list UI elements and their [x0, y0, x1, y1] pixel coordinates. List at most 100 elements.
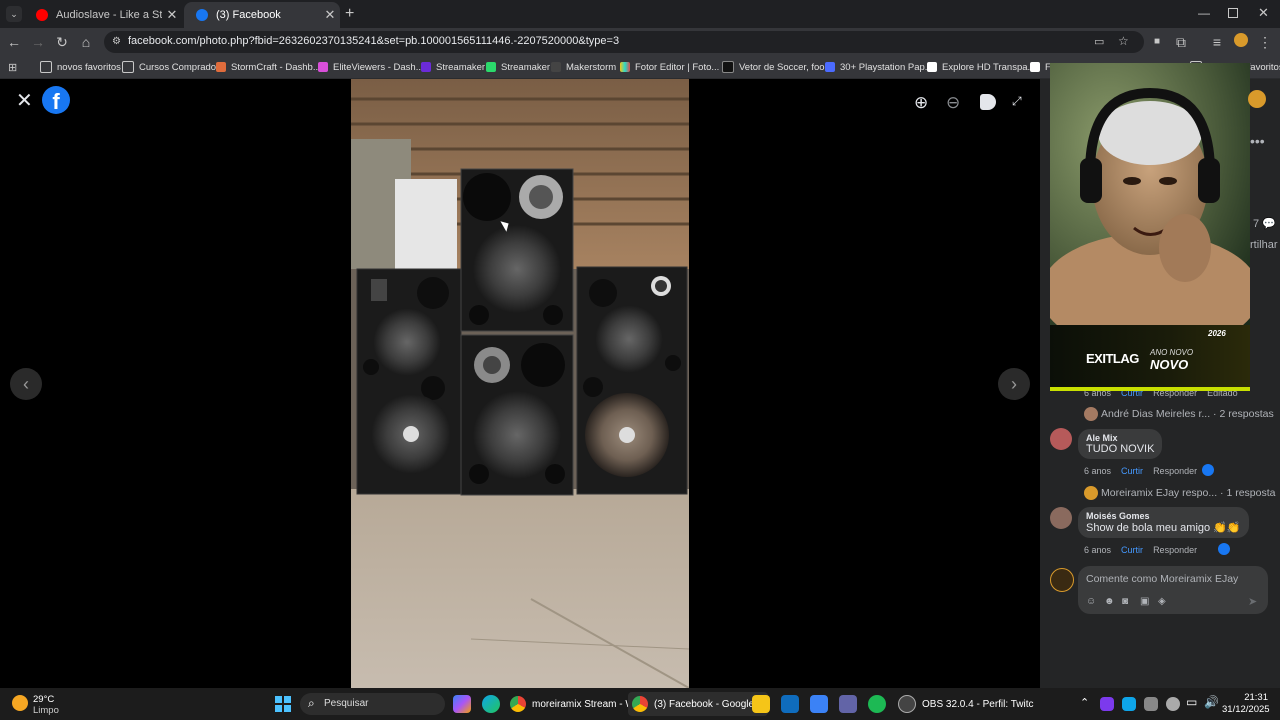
next-arrow-icon[interactable]: ›	[998, 368, 1030, 400]
teams-icon[interactable]	[839, 695, 857, 713]
bookmark-link[interactable]: Streamaker	[421, 60, 485, 74]
new-tab-button[interactable]: +	[345, 5, 354, 23]
close-window-icon[interactable]: ✕	[1258, 5, 1269, 21]
stormcraft-icon	[216, 62, 226, 72]
tag-icon[interactable]	[980, 94, 996, 110]
zoom-out-icon[interactable]: ⊖	[946, 93, 966, 113]
comment-composer[interactable]: Comente como Moreiramix EJay ☺ ☻ ◙ ▣ ◈ ➤	[1078, 566, 1268, 614]
extensions-puzzle-icon[interactable]: ⧉	[1172, 33, 1190, 51]
comment-author[interactable]: Moisés Gomes	[1086, 511, 1241, 521]
start-windows-icon[interactable]	[274, 695, 292, 713]
extension-icon[interactable]: ■	[1148, 33, 1166, 51]
like-link[interactable]: Curtir	[1121, 466, 1143, 476]
reply-thread-toggle[interactable]: Moreiramix EJay respo... · 1 resposta	[1084, 486, 1276, 500]
profile-avatar[interactable]	[1232, 33, 1250, 51]
share-button[interactable]: rtilhar	[1250, 239, 1278, 251]
address-bar[interactable]: ⚙ facebook.com/photo.php?fbid=2632602370…	[104, 31, 1144, 53]
bookmark-link[interactable]: Fotor Editor | Foto...	[620, 60, 719, 74]
back-icon[interactable]: ←	[5, 33, 23, 51]
reload-icon[interactable]: ↻	[53, 33, 71, 51]
bookmark-link[interactable]: Explore HD Transpa...	[927, 60, 1035, 74]
avatar[interactable]	[1050, 507, 1072, 529]
avatar[interactable]	[1050, 568, 1074, 592]
facebook-logo[interactable]: f	[42, 86, 70, 114]
streamaker-icon	[421, 62, 431, 72]
taskbar-app-chrome-stream[interactable]: moreiramix Stream - Wa	[510, 692, 640, 716]
tray-app-icon[interactable]	[1122, 697, 1136, 711]
outlook-icon[interactable]	[781, 695, 799, 713]
like-reaction-icon	[1218, 543, 1230, 555]
menu-icon[interactable]: ⋮	[1256, 33, 1274, 51]
bookmark-folder[interactable]: Cursos Comprados	[122, 60, 221, 74]
emoji-icon[interactable]: ☻	[1104, 596, 1115, 607]
restore-icon[interactable]	[1228, 8, 1238, 18]
avatar-sticker-icon[interactable]: ☺	[1086, 596, 1096, 607]
bookmark-link[interactable]: StormCraft - Dashb...	[216, 60, 321, 74]
network-icon[interactable]: ▭	[1186, 695, 1197, 709]
media-controls-icon[interactable]: ≡	[1208, 33, 1226, 51]
comment-text: Show de bola meu amigo 👏👏	[1086, 522, 1241, 534]
weather-widget[interactable]: 29°C Limpo	[10, 692, 90, 716]
close-tab-icon[interactable]: ✕	[320, 7, 340, 23]
comment-author[interactable]: Ale Mix	[1086, 433, 1154, 443]
bookmark-label: Fotor Editor | Foto...	[635, 61, 720, 73]
forward-icon[interactable]: →	[29, 33, 47, 51]
home-icon[interactable]: ⌂	[77, 33, 95, 51]
folder-icon	[122, 61, 134, 73]
fullscreen-icon[interactable]: ⤢	[1012, 94, 1026, 108]
taskbar-app-chrome-facebook[interactable]: (3) Facebook - Google C	[628, 692, 769, 716]
prev-arrow-icon[interactable]: ‹	[10, 368, 42, 400]
reply-link[interactable]: Responder	[1153, 466, 1197, 476]
bookmark-link[interactable]: Vetor de Soccer, foo...	[722, 60, 832, 74]
show-hidden-icons[interactable]: ⌃	[1080, 696, 1089, 709]
tab-bar: ⌄ Audioslave - Like a Stone (Offic ✕ (3)…	[0, 0, 1280, 28]
tray-app-icon[interactable]	[1100, 697, 1114, 711]
folder-icon	[40, 61, 52, 73]
bookmark-link[interactable]: Makerstorm	[551, 60, 616, 74]
close-viewer-icon[interactable]: ✕	[16, 88, 34, 112]
like-link[interactable]: Curtir	[1121, 545, 1143, 555]
bookmark-link[interactable]: Streamaker	[486, 60, 550, 74]
edge-icon[interactable]	[482, 695, 500, 713]
taskbar-app-label: (3) Facebook - Google C	[654, 698, 765, 710]
bookmark-star-icon[interactable]: ☆	[1118, 34, 1129, 48]
site-info-icon[interactable]: ⚙	[112, 36, 121, 47]
sticker-icon[interactable]: ◈	[1158, 596, 1166, 607]
taskbar-search-box[interactable]: ⌕ Pesquisar	[300, 693, 445, 715]
camera-icon[interactable]: ◙	[1122, 596, 1128, 607]
minimize-icon[interactable]: —	[1198, 6, 1210, 20]
avatar[interactable]	[1050, 428, 1072, 450]
clock-date[interactable]: 31/12/2025	[1222, 704, 1270, 715]
reply-thread-toggle[interactable]: André Dias Meireles r... · 2 respostas	[1084, 407, 1274, 421]
microphone-icon[interactable]	[1166, 697, 1180, 711]
tab-facebook[interactable]: (3) Facebook ✕	[184, 2, 340, 28]
profile-avatar[interactable]	[1248, 90, 1266, 108]
close-tab-icon[interactable]: ✕	[162, 7, 182, 23]
apps-grid-icon[interactable]: ⊞	[8, 61, 17, 74]
comment-meta: 6 anos Curtir Responder	[1084, 545, 1197, 555]
tray-app-icon[interactable]	[1144, 697, 1158, 711]
url-text: facebook.com/photo.php?fbid=263260237013…	[128, 35, 620, 47]
bookmark-label: Streamaker	[436, 61, 486, 73]
volume-icon[interactable]: 🔊	[1204, 695, 1219, 709]
copilot-icon[interactable]	[453, 695, 471, 713]
more-options-icon[interactable]: •••	[1250, 133, 1265, 149]
reply-link[interactable]: Responder	[1153, 545, 1197, 555]
spotify-icon[interactable]	[868, 695, 886, 713]
clock-time[interactable]: 21:31	[1232, 692, 1268, 703]
send-icon[interactable]: ➤	[1248, 595, 1257, 608]
bookmark-link[interactable]: EliteViewers - Dash...	[318, 60, 424, 74]
file-explorer-icon[interactable]	[752, 695, 770, 713]
zoom-in-icon[interactable]: ⊕	[914, 93, 934, 113]
bookmark-folder[interactable]: novos favoritos	[40, 60, 121, 74]
comment-icon: 💬	[1262, 218, 1276, 230]
install-app-icon[interactable]: ▭	[1094, 35, 1104, 48]
weather-temp: 29°C	[33, 694, 55, 705]
store-icon[interactable]	[810, 695, 828, 713]
gif-icon[interactable]: ▣	[1140, 596, 1149, 607]
ad-tagline-big: NOVO	[1150, 357, 1189, 372]
tab-youtube[interactable]: Audioslave - Like a Stone (Offic ✕	[24, 2, 182, 28]
taskbar-app-obs[interactable]: OBS 32.0.4 - Perfil: Twitc	[898, 692, 1034, 716]
bookmark-link[interactable]: 30+ Playstation Pap...	[825, 60, 933, 74]
tab-search-button[interactable]: ⌄	[6, 6, 22, 22]
